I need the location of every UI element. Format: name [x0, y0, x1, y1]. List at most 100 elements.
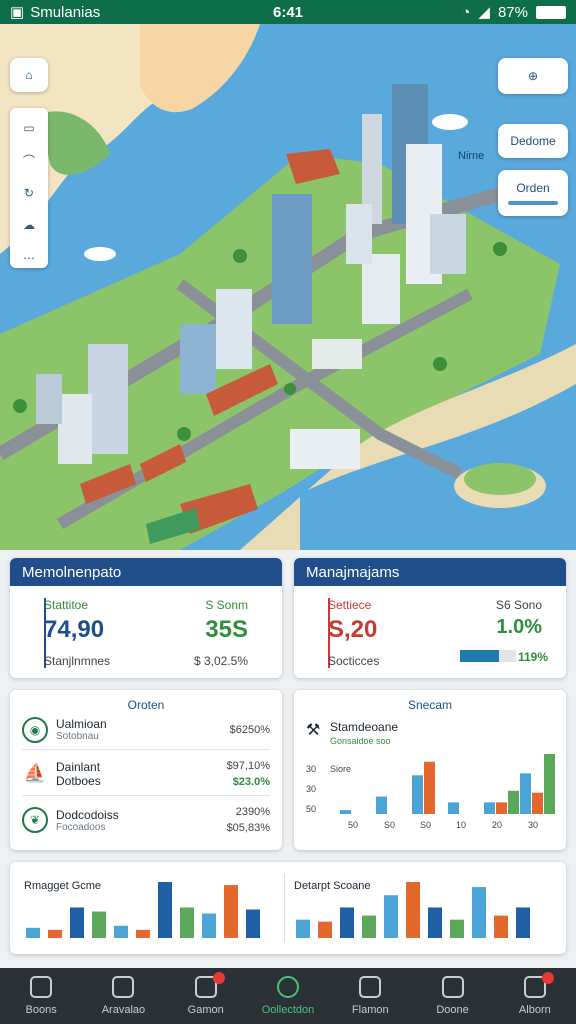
footer-label: Socticces — [328, 654, 380, 668]
stats-bar — [180, 907, 194, 938]
stat-value: S,20 — [328, 616, 378, 643]
chart-bar — [376, 796, 387, 814]
progress-fill — [460, 650, 500, 662]
nav-item-alborn[interactable]: Alborn — [494, 968, 576, 1024]
stats-bar — [202, 913, 216, 938]
stat-label: Settiece — [328, 598, 372, 612]
compass-icon: ⊕ — [527, 69, 539, 83]
list-item[interactable]: ⛵ Dainlant Dotboes $97,10% $23.0% — [22, 752, 270, 796]
footer-value: $ 3,02.5% — [193, 654, 248, 668]
nav-label: Gamon — [187, 1004, 224, 1016]
chart-bar — [508, 790, 519, 814]
panel-title: Memolnenpato — [10, 558, 282, 586]
globe-icon: ◉ — [22, 716, 48, 743]
stats-panel: Rmagget Gcme Detarpt Scoane — [10, 862, 566, 954]
recycle-icon — [276, 976, 299, 998]
stats-bar — [516, 907, 530, 938]
home-icon — [30, 976, 53, 998]
landmass-east — [140, 24, 260, 113]
tree — [493, 242, 507, 256]
progress-track — [460, 650, 516, 662]
hall — [312, 339, 362, 369]
tower-8 — [58, 394, 92, 464]
right-value: 1.0% — [496, 616, 542, 638]
x-tick-label: 30 — [528, 820, 538, 830]
ship-icon: ⛵ — [23, 763, 47, 783]
tower-9 — [36, 374, 62, 424]
item-sub: Sotobnau — [56, 731, 99, 742]
tower-6 — [180, 324, 216, 394]
tree — [177, 427, 191, 441]
nav-item-aravalao[interactable]: Aravalao — [82, 968, 164, 1024]
item-name: Dainlant Dotboes — [56, 759, 101, 788]
clock: 6:41 — [272, 3, 304, 21]
nav-label: Alborn — [518, 1004, 551, 1016]
list-item[interactable]: ◉ Ualmioan Sotobnau $6250% — [22, 710, 270, 750]
footer-value: 119% — [517, 650, 548, 664]
y-tick-label: 30 — [306, 784, 316, 794]
route-icon[interactable]: ⌒ — [18, 150, 40, 170]
management-panel-left: Memolnenpato Stattitoe 74,90 S Sonm 35S … — [10, 558, 282, 678]
item-value: 2390% — [235, 806, 270, 818]
bar-chart: 50 S0 S0 10 20 30 30 30 50 — [306, 754, 555, 830]
doneme-button[interactable]: Dedome — [498, 124, 568, 158]
list-title: Oroten — [127, 698, 165, 712]
chart-bar — [448, 802, 459, 814]
tower-7 — [88, 344, 128, 454]
chart-bar — [412, 775, 423, 814]
leaf-icon: ❦ — [22, 807, 48, 833]
tree — [284, 383, 296, 395]
stats-bar — [318, 921, 332, 938]
doneme-label: Dedome — [510, 134, 556, 148]
chart-bar — [544, 754, 555, 814]
chart-bar — [496, 802, 507, 814]
panel-title: Manajmajams — [294, 558, 566, 586]
tree — [13, 399, 27, 413]
nav-item-gamon[interactable]: Gamon — [165, 968, 247, 1024]
x-tick-label: 50 — [348, 820, 358, 830]
item-sub: Focoadoos — [56, 821, 106, 833]
zoom-control[interactable]: Orden — [498, 170, 568, 216]
notification-badge — [212, 972, 225, 984]
stats-bar — [362, 915, 376, 938]
layers-icon[interactable]: ▭ — [18, 118, 40, 138]
cloud-icon[interactable]: ☁ — [18, 215, 40, 235]
chart-bar — [340, 810, 351, 814]
status-bar: ▣ Smulanias 6:41 ◔ ◢ 87% — [0, 0, 576, 24]
stats-bar — [70, 907, 84, 938]
more-icon[interactable]: ⋯ — [18, 248, 40, 268]
zoom-label: Orden — [516, 181, 550, 195]
y-tick-label: 50 — [306, 804, 316, 814]
stats-bar — [158, 882, 172, 938]
item-name: Dodcodoiss — [56, 807, 119, 822]
city-map[interactable]: ⌂ ▭ ⌒ ↻ ☁ ⋯ ⊕ Dedome Orden Nirne — [0, 24, 576, 550]
stadium — [290, 429, 360, 469]
cloud — [84, 247, 116, 261]
stats-bar — [340, 907, 354, 938]
map-toolbar: ▭ ⌒ ↻ ☁ ⋯ — [10, 108, 48, 268]
zoom-slider[interactable] — [508, 201, 558, 205]
list-panel: Oroten ◉ Ualmioan Sotobnau $6250% ⛵ Dainl… — [10, 690, 282, 850]
stats-bar — [406, 882, 420, 938]
notification-badge — [541, 972, 554, 984]
chart-panel: Snecam ⚒ Stamdeoane Gonsaidoe soo Siore … — [294, 690, 566, 850]
list-item[interactable]: ❦ Dodcodoiss Focoadoos 2390% $05,83% — [22, 800, 270, 840]
stats-bar — [494, 915, 508, 938]
item-value: $97,10% — [226, 759, 270, 772]
stats-bar — [428, 907, 442, 938]
footer-label: Stanjlnmnes — [44, 654, 111, 668]
refresh-icon[interactable]: ↻ — [18, 183, 40, 203]
stat-label: Stattitoe — [44, 598, 89, 612]
nav-item-flamon[interactable]: Flamon — [329, 968, 411, 1024]
nav-item-doone[interactable]: Doone — [411, 968, 493, 1024]
nav-label: Aravalao — [101, 1004, 146, 1016]
stats-bar — [136, 929, 150, 938]
stats-bar — [26, 927, 40, 938]
home-button[interactable]: ⌂ — [10, 58, 48, 92]
tower-4 — [272, 194, 312, 324]
tower-12 — [346, 204, 372, 264]
compass-button[interactable]: ⊕ — [498, 58, 568, 94]
nav-item-oollectdon[interactable]: Oollectdon — [247, 968, 329, 1024]
nav-item-boons[interactable]: Boons — [0, 968, 82, 1024]
nav-label: Oollectdon — [261, 1004, 315, 1016]
